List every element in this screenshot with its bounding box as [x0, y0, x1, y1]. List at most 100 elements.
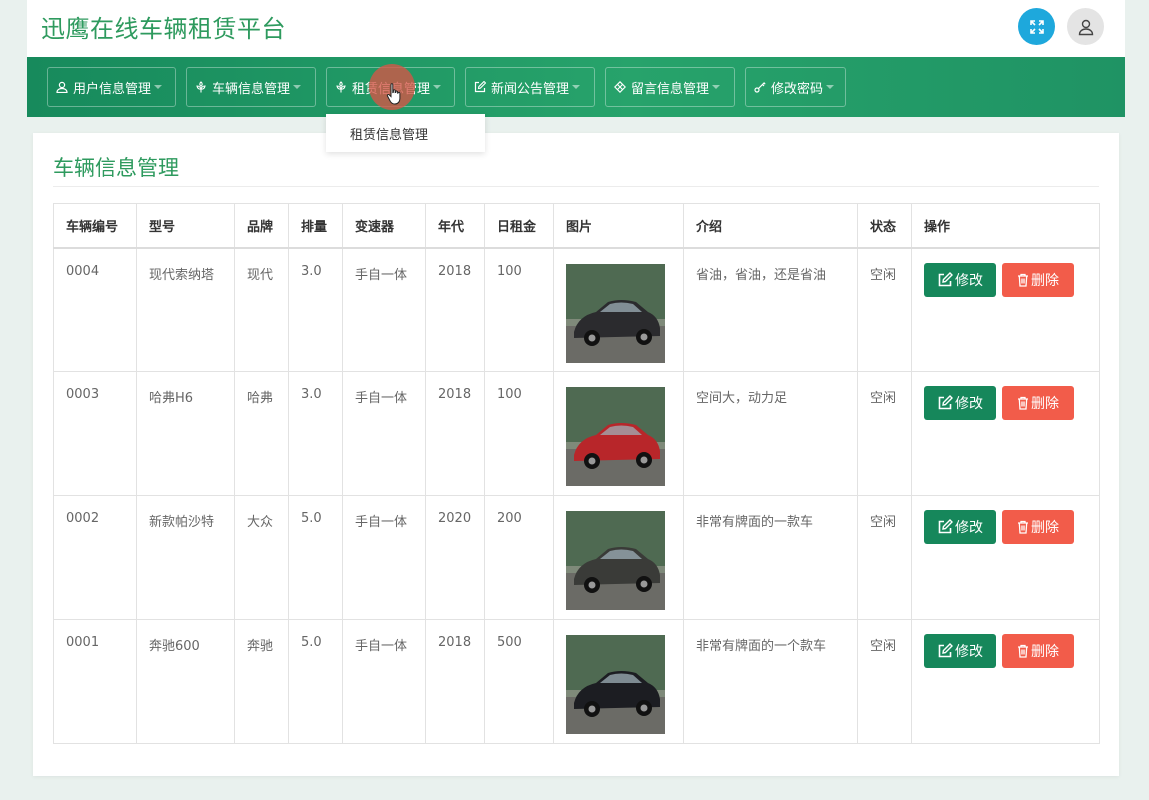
cell-status: 空闲 [857, 619, 912, 744]
flower-icon [336, 81, 346, 93]
cell-brand: 奔驰 [234, 619, 289, 744]
cell-model: 哈弗H6 [136, 371, 235, 496]
cell-gearbox: 手自一体 [342, 619, 426, 744]
cell-actions: 修改 删除 [911, 371, 1100, 496]
edit-label: 修改 [955, 519, 983, 535]
column-header: 状态 [857, 203, 912, 249]
cell-displacement: 3.0 [288, 371, 343, 496]
cell-intro: 空间大，动力足 [683, 371, 858, 496]
nav-user-management[interactable]: 用户信息管理 [47, 67, 176, 107]
cell-gearbox: 手自一体 [342, 371, 426, 496]
delete-label: 删除 [1031, 519, 1059, 535]
nav-vehicle-management[interactable]: 车辆信息管理 [186, 67, 316, 107]
column-header: 图片 [553, 203, 684, 249]
edit-button[interactable]: 修改 [924, 634, 996, 668]
flower-icon [196, 81, 206, 93]
cell-year: 2020 [425, 495, 485, 620]
cell-intro: 省油，省油，还是省油 [683, 247, 858, 372]
delete-button[interactable]: 删除 [1002, 510, 1074, 544]
table-header-row: 车辆编号 型号 品牌 排量 变速器 年代 日租金 图片 介绍 状态 操作 [53, 203, 1100, 249]
fullscreen-icon [1029, 19, 1044, 34]
nav-label: 留言信息管理 [631, 81, 710, 97]
cell-displacement: 5.0 [288, 495, 343, 620]
table-row: 0001 奔驰600 奔驰 5.0 手自一体 2018 500 非常有牌面的一个款车 空闲 修改 删… [53, 619, 1100, 744]
cell-actions: 修改 删除 [911, 247, 1100, 372]
cell-brand: 哈弗 [234, 371, 289, 496]
cell-brand: 现代 [234, 247, 289, 372]
nav-change-password[interactable]: 修改密码 [745, 67, 846, 107]
cell-year: 2018 [425, 247, 485, 372]
edit-icon [938, 643, 953, 658]
user-avatar-button[interactable] [1067, 8, 1104, 45]
cell-image [553, 495, 684, 620]
vehicle-table: 车辆编号 型号 品牌 排量 变速器 年代 日租金 图片 介绍 状态 操作 000… [53, 203, 1100, 744]
column-header: 型号 [136, 203, 235, 249]
cell-image [553, 247, 684, 372]
column-header: 介绍 [683, 203, 858, 249]
cell-id: 0004 [53, 247, 137, 372]
car-photo [566, 635, 665, 734]
column-header: 操作 [911, 203, 1100, 249]
column-header: 排量 [288, 203, 343, 249]
delete-label: 删除 [1031, 643, 1059, 659]
delete-button[interactable]: 删除 [1002, 386, 1074, 420]
edit-icon [938, 271, 953, 286]
cell-id: 0003 [53, 371, 137, 496]
column-header: 车辆编号 [53, 203, 137, 249]
caret-down-icon [433, 85, 442, 89]
delete-label: 删除 [1031, 395, 1059, 411]
rental-dropdown-item[interactable]: 租赁信息管理 [326, 114, 485, 152]
cell-actions: 修改 删除 [911, 619, 1100, 744]
main-navbar: 用户信息管理 车辆信息管理 租赁信息管理 新闻公告管理 留言信息管理 修改密码 [27, 57, 1125, 117]
column-header: 日租金 [484, 203, 554, 249]
caret-down-icon [154, 85, 163, 89]
nav-label: 新闻公告管理 [491, 81, 570, 97]
cell-brand: 大众 [234, 495, 289, 620]
caret-down-icon [712, 85, 721, 89]
cell-actions: 修改 删除 [911, 495, 1100, 620]
delete-label: 删除 [1031, 271, 1059, 288]
edit-button[interactable]: 修改 [924, 262, 996, 297]
edit-icon [938, 519, 953, 534]
edit-icon [474, 81, 486, 93]
user-icon [56, 81, 68, 93]
table-row: 0004 现代索纳塔 现代 3.0 手自一体 2018 100 省油，省油，还是省油 空闲 修改 删… [53, 247, 1100, 372]
edit-icon [938, 395, 953, 410]
cell-year: 2018 [425, 371, 485, 496]
trash-icon [1018, 273, 1028, 287]
nav-label: 车辆信息管理 [212, 81, 291, 97]
cell-displacement: 3.0 [288, 247, 343, 372]
nav-news-management[interactable]: 新闻公告管理 [465, 67, 595, 107]
fullscreen-button[interactable] [1018, 8, 1055, 45]
key-icon [754, 82, 766, 93]
caret-down-icon [572, 85, 581, 89]
cell-rent: 500 [484, 619, 554, 744]
column-header: 变速器 [342, 203, 426, 249]
cell-rent: 200 [484, 495, 554, 620]
cell-model: 奔驰600 [136, 619, 235, 744]
trash-icon [1018, 396, 1028, 410]
cell-status: 空闲 [857, 495, 912, 620]
edit-button[interactable]: 修改 [924, 386, 996, 420]
edit-label: 修改 [955, 643, 983, 659]
caret-down-icon [826, 85, 835, 89]
edit-button[interactable]: 修改 [924, 510, 996, 544]
nav-message-management[interactable]: 留言信息管理 [605, 67, 735, 107]
cell-status: 空闲 [857, 371, 912, 496]
caret-down-icon [293, 85, 302, 89]
header: 迅鹰在线车辆租赁平台 [27, 0, 1125, 57]
column-header: 品牌 [234, 203, 289, 249]
cell-id: 0001 [53, 619, 137, 744]
cell-model: 现代索纳塔 [136, 247, 235, 372]
edit-label: 修改 [955, 271, 983, 288]
cell-model: 新款帕沙特 [136, 495, 235, 620]
cell-year: 2018 [425, 619, 485, 744]
cell-rent: 100 [484, 247, 554, 372]
nav-label: 用户信息管理 [73, 81, 152, 97]
delete-button[interactable]: 删除 [1002, 634, 1074, 668]
grid-icon [614, 81, 626, 93]
delete-button[interactable]: 删除 [1002, 262, 1074, 297]
cell-id: 0002 [53, 495, 137, 620]
car-photo [566, 263, 665, 363]
trash-icon [1018, 520, 1028, 534]
